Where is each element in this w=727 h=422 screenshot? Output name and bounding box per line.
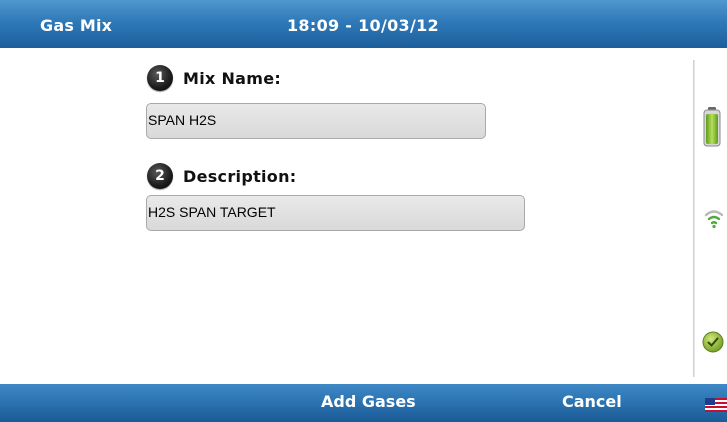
step-number-badge: 1	[147, 65, 173, 91]
gas-mix-screen: Gas Mix 18:09 - 10/03/12 1 Mix Name: SPA…	[0, 0, 727, 422]
description-field[interactable]: H2S SPAN TARGET	[146, 195, 525, 231]
mix-name-field[interactable]: SPAN H2S	[146, 103, 486, 139]
datetime-display: 18:09 - 10/03/12	[287, 16, 439, 35]
step-number-badge: 2	[147, 163, 173, 189]
footer-bar: Add Gases Cancel	[0, 384, 727, 422]
form-area: 1 Mix Name: SPAN H2S 2 Description: H2S …	[0, 48, 727, 384]
mix-name-label: Mix Name:	[183, 68, 282, 88]
screen-title: Gas Mix	[40, 16, 113, 35]
battery-icon	[703, 107, 721, 147]
cancel-button[interactable]: Cancel	[562, 392, 622, 411]
description-heading: 2 Description:	[147, 163, 296, 189]
status-ok-check-icon	[702, 331, 724, 353]
status-divider	[693, 60, 695, 377]
description-label: Description:	[183, 166, 297, 186]
wifi-signal-icon	[704, 210, 724, 229]
header-bar: Gas Mix 18:09 - 10/03/12	[0, 0, 727, 48]
mix-name-heading: 1 Mix Name:	[147, 65, 281, 91]
add-gases-button[interactable]: Add Gases	[321, 392, 416, 411]
us-flag-icon[interactable]	[705, 398, 727, 412]
